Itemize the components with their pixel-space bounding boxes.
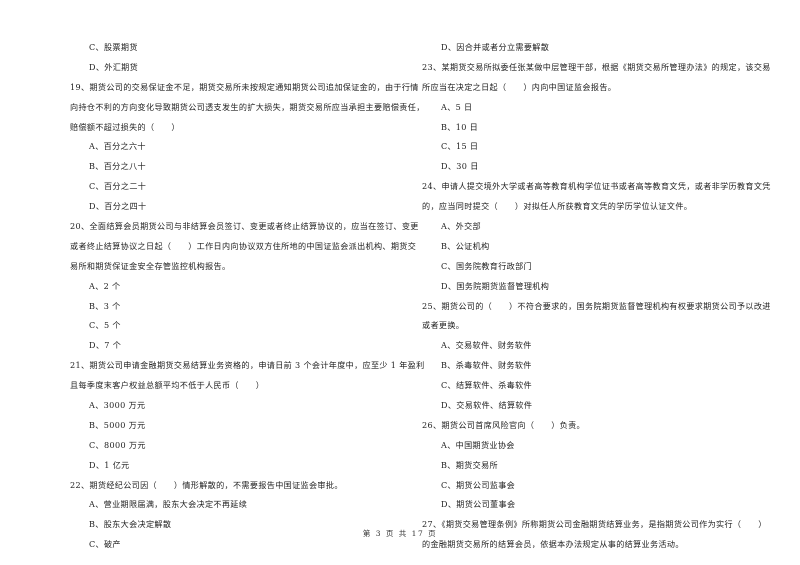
answer-option: A、2 个 (89, 280, 121, 291)
answer-option: B、百分之八十 (89, 161, 146, 172)
question-text-line: 或者终止结算协议之日起（ ）工作日内向协议双方住所地的中国证监会派出机构、期货交 (70, 240, 417, 251)
question-text-line: 20、全面结算会员期货公司与非结算会员签订、变更或者终止结算协议的，应当在签订、… (70, 221, 419, 232)
answer-option: C、国务院教育行政部门 (441, 260, 532, 271)
answer-option: D、7 个 (89, 340, 122, 351)
right-column: D、因合并或者分立需要解散 23、某期货交易所拟委任张某做中层管理干部，根据《期货… (422, 38, 771, 555)
question-22: 22、期货经纪公司因（ ）情形解散的，不需要报告中国证监会审批。 (70, 476, 405, 496)
answer-option: A、营业期限届满，股东大会决定不再延续 (89, 499, 248, 510)
answer-option: D、百分之四十 (89, 201, 147, 212)
question-text-line: 所应当在决定之日起（ ）内向中国证监会报告。 (422, 81, 617, 92)
question-text-line: 且每季度末客户权益总额平均不低于人民币（ ） (70, 380, 265, 391)
answer-option: A、中国期货业协会 (441, 439, 515, 450)
page-footer: 第 3 页 共 17 页 (362, 529, 438, 538)
question-text-line: 24、申请人提交境外大学或者高等教育机构学位证书或者高等教育文凭，或者非学历教育… (422, 181, 771, 192)
answer-option: C、15 日 (441, 141, 479, 152)
question-text-line: 25、期货公司的（ ）不符合要求的，国务院期货监督管理机构有权要求期货公司予以改… (422, 300, 771, 311)
answer-option: A、5 日 (441, 101, 473, 112)
answer-option: D、因合并或者分立需要解散 (441, 42, 550, 52)
answer-option: D、国务院期货监督管理机构 (441, 280, 550, 291)
answer-option: C、百分之二十 (89, 181, 147, 192)
answer-option: A、外交部 (441, 221, 481, 232)
question-25: 25、期货公司的（ ）不符合要求的，国务院期货监督管理机构有权要求期货公司予以改… (422, 297, 771, 337)
question-26: 26、期货公司首席风险官向（ ）负责。 (422, 416, 757, 436)
answer-option: C、5 个 (89, 320, 121, 331)
answer-option: B、10 日 (441, 121, 479, 132)
answer-option: A、3000 万元 (89, 400, 146, 411)
question-text-line: 赔偿额不超过损失的（ ） (70, 121, 180, 132)
answer-option: D、1 亿元 (89, 459, 130, 470)
answer-option: D、30 日 (441, 161, 479, 172)
answer-option: D、交易软件、结算软件 (441, 400, 533, 411)
answer-option: B、期货交易所 (441, 459, 498, 470)
answer-option: D、期货公司董事会 (441, 499, 516, 510)
answer-option: A、百分之六十 (89, 141, 146, 152)
answer-option: A、交易软件、财务软件 (441, 340, 532, 351)
question-23: 23、某期货交易所拟委任张某做中层管理干部，根据《期货交易所管理办法》的规定，该… (422, 58, 771, 98)
answer-option: B、3 个 (89, 300, 121, 311)
question-text-line: 向持仓不利的方向变化导致期货公司透支发生的扩大损失，期货交易所应当承担主要赔偿责… (70, 101, 425, 112)
question-text-line: 22、期货经纪公司因（ ）情形解散的，不需要报告中国证监会审批。 (70, 479, 343, 490)
question-20: 20、全面结算会员期货公司与非结算会员签订、变更或者终止结算协议的，应当在签订、… (70, 217, 419, 277)
question-text-line: 19、期货公司的交易保证金不足，期货交易所未按规定通知期货公司追加保证金的，由于… (70, 81, 419, 92)
answer-option: C、股票期货 (89, 42, 138, 52)
question-text-line: 23、某期货交易所拟委任张某做中层管理干部，根据《期货交易所管理办法》的规定，该… (422, 61, 771, 72)
answer-option: C、期货公司监事会 (441, 479, 516, 490)
question-text-line: 21、期货公司申请金融期货交易结算业务资格的，申请日前 3 个会计年度中，应至少… (70, 360, 425, 371)
left-column: C、股票期货 D、外汇期货 19、期货公司的交易保证金不足，期货交易所未按规定通知期… (70, 38, 425, 555)
question-text-line: 易所和期货保证金安全存管监控机构报告。 (70, 260, 231, 271)
answer-option: C、结算软件、杀毒软件 (441, 380, 532, 391)
question-text-line: 或者更换。 (422, 320, 465, 331)
question-24: 24、申请人提交境外大学或者高等教育机构学位证书或者高等教育文凭，或者非学历教育… (422, 177, 771, 217)
answer-option: D、外汇期货 (89, 61, 139, 72)
answer-option: B、杀毒软件、财务软件 (441, 360, 532, 371)
document-page: C、股票期货 D、外汇期货 19、期货公司的交易保证金不足，期货交易所未按规定通知期… (0, 0, 800, 565)
question-text-line: 26、期货公司首席风险官向（ ）负责。 (422, 419, 585, 430)
answer-option: B、公证机构 (441, 240, 490, 251)
question-21: 21、期货公司申请金融期货交易结算业务资格的，申请日前 3 个会计年度中，应至少… (70, 356, 425, 396)
answer-option: C、8000 万元 (89, 439, 146, 450)
question-text-line: 的，应当同时提交（ ）对拟任人所获教育文凭的学历学位认证文件。 (422, 201, 693, 212)
answer-option: B、5000 万元 (89, 419, 146, 430)
question-19: 19、期货公司的交易保证金不足，期货交易所未按规定通知期货公司追加保证金的，由于… (70, 78, 425, 138)
